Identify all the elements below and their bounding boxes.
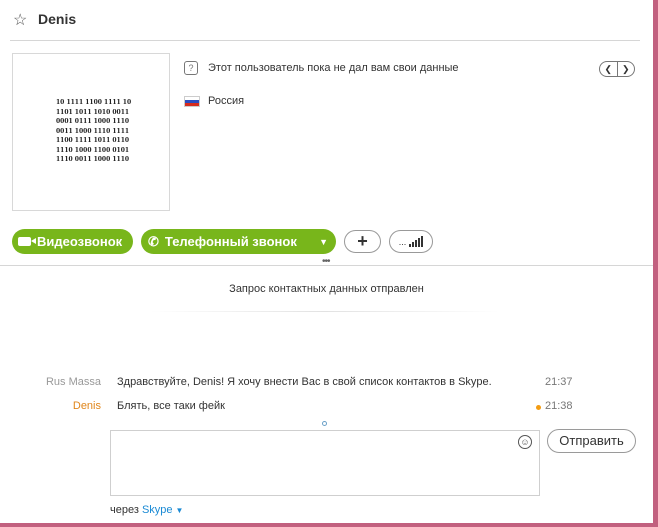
chevron-down-icon[interactable]: ▼	[319, 237, 328, 247]
country-row: Россия	[184, 95, 244, 107]
message-text: Блять, все таки фейк	[117, 400, 225, 412]
send-via-selector[interactable]: через Skype ▼	[110, 504, 183, 516]
russia-flag-icon	[184, 95, 200, 107]
message-author[interactable]: Denis	[73, 400, 101, 412]
chevron-left-icon[interactable]: ❮	[600, 62, 617, 76]
favorite-star-icon[interactable]: ☆	[13, 10, 27, 30]
privacy-notice-row: ? Этот пользователь пока не дал вам свои…	[184, 61, 459, 75]
chevron-down-icon[interactable]: ▼	[176, 506, 184, 515]
window-frame-bottom	[0, 523, 658, 527]
signal-bars-icon	[409, 236, 424, 247]
section-divider	[0, 265, 653, 266]
video-call-label: Видеозвонок	[37, 234, 123, 249]
profile-nav: ❮ ❯	[599, 61, 635, 77]
avatar-binary-text: 10 1111 1100 1111 10 1101 1011 1010 0011…	[56, 99, 132, 163]
contact-request-status: Запрос контактных данных отправлен	[229, 283, 424, 295]
typing-indicator-icon	[322, 421, 327, 426]
status-divider	[150, 311, 500, 312]
privacy-notice: Этот пользователь пока не дал вам свои д…	[208, 62, 459, 74]
chevron-right-icon[interactable]: ❯	[616, 62, 635, 76]
phone-call-label: Телефонный звонок	[164, 234, 297, 249]
header-divider	[10, 40, 640, 41]
unread-dot-icon	[536, 405, 541, 410]
avatar: 10 1111 1100 1111 10 1101 1011 1010 0011…	[12, 53, 170, 211]
contact-header: ☆ Denis	[0, 0, 653, 40]
privacy-question-icon: ?	[184, 61, 198, 75]
via-prefix: через	[110, 504, 139, 516]
via-service[interactable]: Skype	[142, 504, 173, 516]
country-label: Россия	[208, 95, 245, 107]
window-frame-right	[653, 0, 658, 527]
video-camera-icon	[18, 237, 36, 246]
contact-name: Denis	[38, 11, 77, 27]
more-dots-icon: ...	[398, 236, 407, 247]
emoticon-icon[interactable]: ☺	[518, 435, 532, 449]
send-button[interactable]: Отправить	[547, 429, 636, 453]
plus-icon: +	[357, 231, 368, 251]
message-input[interactable]	[110, 430, 540, 496]
message-time: 21:38	[545, 400, 573, 412]
video-call-button[interactable]: Видеозвонок	[12, 229, 133, 254]
phone-icon: ✆	[148, 233, 159, 249]
message-text: Здравствуйте, Denis! Я хочу внести Вас в…	[117, 376, 492, 388]
message-time: 21:37	[545, 376, 573, 388]
message-author[interactable]: Rus Massa	[46, 376, 101, 388]
add-button[interactable]: +	[344, 230, 381, 253]
phone-call-button[interactable]: ✆ Телефонный звонок ▼	[141, 229, 336, 254]
call-quality-button[interactable]: ...	[389, 230, 433, 253]
